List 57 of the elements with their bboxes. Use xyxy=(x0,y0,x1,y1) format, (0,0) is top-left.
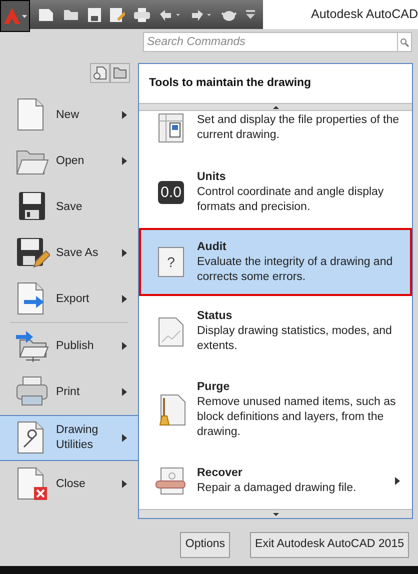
application-menu-button[interactable] xyxy=(0,0,30,32)
menu-item[interactable]: Print xyxy=(0,369,138,415)
folder-icon[interactable] xyxy=(62,8,79,22)
open-documents-button[interactable] xyxy=(110,63,130,83)
tool-item[interactable]: Purge Remove unused named items, such as block definitions and layers, from the drawing. xyxy=(139,367,412,453)
menu-item[interactable]: Drawing Utilities xyxy=(0,415,138,461)
units-icon: 0.0 xyxy=(158,181,184,204)
tool-item[interactable]: Status Display drawing statistics, modes, and extents. xyxy=(139,296,412,367)
menu-item[interactable]: Save As xyxy=(0,230,138,276)
search-field[interactable]: Search Commands xyxy=(143,32,398,52)
footer-button[interactable]: Exit Autodesk AutoCAD 2015 xyxy=(250,532,409,558)
logo-icon xyxy=(2,7,21,25)
folder-arrow-icon xyxy=(14,328,50,364)
tool-item[interactable]: ? Audit Evaluate the integrity of a drawing and corrects some errors. xyxy=(139,228,412,296)
menu-item[interactable]: Export xyxy=(0,276,138,322)
tool-description: Remove unused named items, such as block definitions and layers, from the drawing. xyxy=(197,395,397,440)
menu-item[interactable]: Save xyxy=(0,184,138,230)
folder-icon xyxy=(113,67,127,79)
file-chart-icon xyxy=(158,316,184,346)
file-clock-icon xyxy=(93,66,107,80)
panel-heading: Tools to maintain the drawing xyxy=(149,76,312,91)
tool-item[interactable]: 0.0 Units Control coordinate and angle display formats and precision. xyxy=(139,157,412,228)
undo-icon[interactable] xyxy=(158,8,181,20)
caret-down-icon xyxy=(22,14,27,18)
search-icon xyxy=(400,38,409,46)
tool-description: Display drawing statistics, modes, and extents. xyxy=(197,324,393,354)
tool-title: Audit xyxy=(197,240,228,254)
tool-title: Units xyxy=(197,170,227,185)
menu-item[interactable]: Publish xyxy=(0,323,138,369)
caret-up-icon xyxy=(272,106,278,108)
tool-item[interactable]: Recover Repair a damaged drawing file. xyxy=(139,453,412,509)
tool-title: Purge xyxy=(197,380,231,395)
search-button[interactable] xyxy=(398,32,412,52)
redo-icon[interactable] xyxy=(190,8,212,20)
caret-down-icon xyxy=(272,512,278,516)
file-properties-icon xyxy=(158,113,184,143)
file-bandage-icon xyxy=(155,467,187,495)
tool-item[interactable]: Set and display the file properties of the current drawing. xyxy=(139,111,412,157)
teapot-icon[interactable] xyxy=(220,8,237,20)
tool-description: Repair a damaged drawing file. xyxy=(197,481,358,496)
menu-item[interactable]: Open xyxy=(0,138,138,184)
file-question-icon: ? xyxy=(158,247,184,277)
tool-description: Set and display the file properties of the current drawing. xyxy=(197,113,400,143)
printer-icon[interactable] xyxy=(134,8,150,22)
recent-documents-button[interactable] xyxy=(90,63,110,83)
tool-title: Status xyxy=(197,309,234,324)
menu-item[interactable]: Close xyxy=(0,461,138,507)
floppy-pencil-icon[interactable] xyxy=(110,8,125,22)
window-title: Autodesk AutoCAD xyxy=(310,6,418,24)
tool-description: Control coordinate and angle display formats and precision. xyxy=(197,185,385,215)
dropdown-icon[interactable] xyxy=(246,10,255,20)
new-file-icon[interactable] xyxy=(38,8,54,22)
menu-item[interactable]: New xyxy=(0,92,138,138)
tool-description: Evaluate the integrity of a drawing and corrects some errors. xyxy=(197,254,394,284)
floppy-pencil-icon xyxy=(14,235,50,271)
tool-title: Recover xyxy=(197,466,244,481)
footer-button[interactable]: Options xyxy=(180,532,230,558)
